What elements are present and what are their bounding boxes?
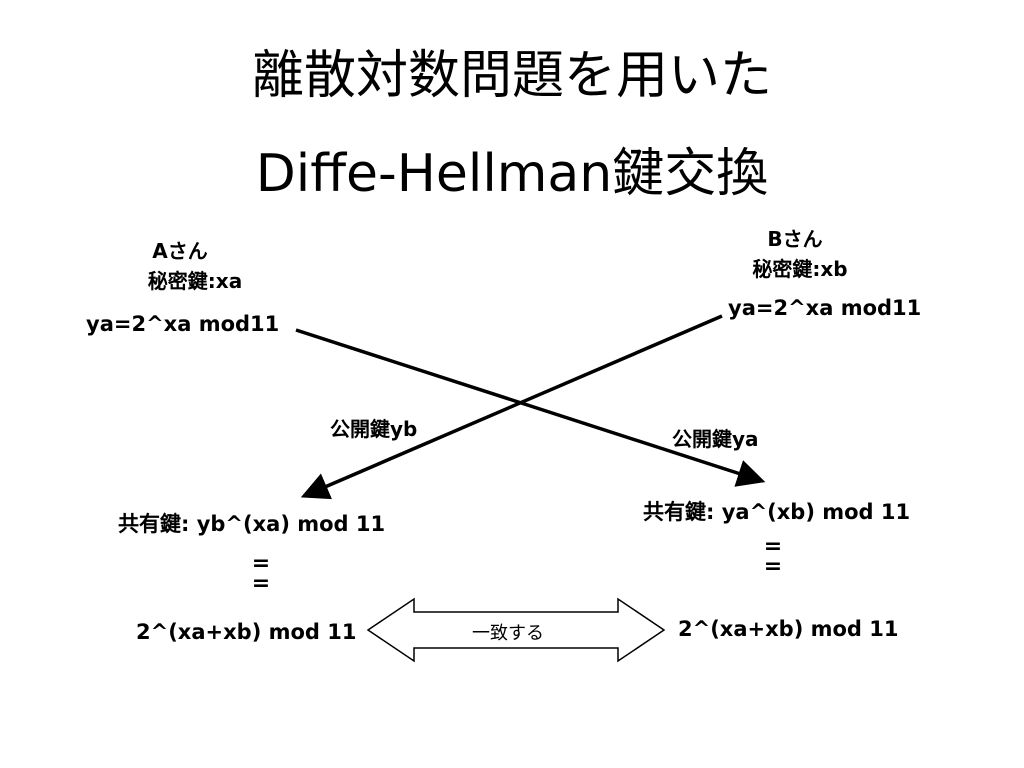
arrow-public-key-to-a — [300, 314, 723, 500]
arrow-public-key-to-b — [295, 328, 766, 487]
exchange-arrows — [295, 314, 766, 663]
match-label: 一致する — [472, 623, 544, 644]
slide: 離散対数問題を用いた Diffe-Hellman鍵交換 Aさん 秘密鍵:xa y… — [0, 0, 1024, 768]
